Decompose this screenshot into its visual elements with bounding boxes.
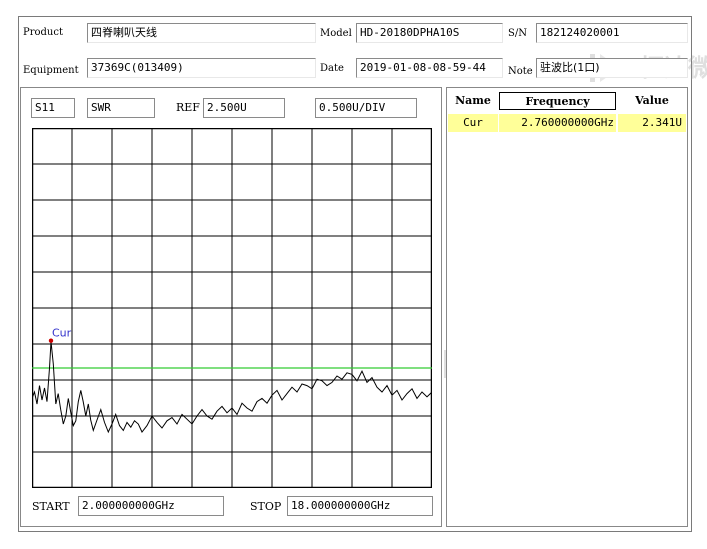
date-field: 2019-01-08-08-59-44 xyxy=(356,58,503,78)
model-field: HD-20180DPHA10S xyxy=(356,23,503,43)
col-header-frequency: Frequency xyxy=(499,92,616,110)
format-box: SWR xyxy=(87,98,155,118)
sn-field: 182124020001 xyxy=(536,23,688,43)
stop-field: 18.000000000GHz xyxy=(287,496,433,516)
scale-box: 0.500U/DIV xyxy=(315,98,417,118)
product-label: Product xyxy=(23,27,63,38)
product-field: 四脊喇叭天线 xyxy=(87,23,316,43)
marker-frequency-cell: 2.760000000GHz xyxy=(499,114,616,132)
equipment-field: 37369C(013409) xyxy=(87,58,316,78)
note-label: Note xyxy=(508,66,533,77)
col-header-value: Value xyxy=(635,94,669,107)
marker-panel xyxy=(446,87,688,527)
equipment-label: Equipment xyxy=(23,65,79,76)
swr-plot: Cur xyxy=(32,128,432,488)
marker-name-cell: Cur xyxy=(448,114,498,132)
ref-label: REF xyxy=(176,101,200,114)
col-header-name: Name xyxy=(455,94,491,107)
stop-label: STOP xyxy=(250,500,282,513)
sn-label: S/N xyxy=(508,28,527,39)
start-label: START xyxy=(32,500,70,513)
marker-label: Cur xyxy=(52,327,72,340)
note-field: 驻波比(1口) xyxy=(536,58,688,78)
start-field: 2.000000000GHz xyxy=(78,496,224,516)
date-label: Date xyxy=(320,63,344,74)
param-box: S11 xyxy=(31,98,75,118)
marker-value-cell: 2.341U xyxy=(618,114,686,132)
model-label: Model xyxy=(320,28,352,39)
ref-box: 2.500U xyxy=(203,98,285,118)
